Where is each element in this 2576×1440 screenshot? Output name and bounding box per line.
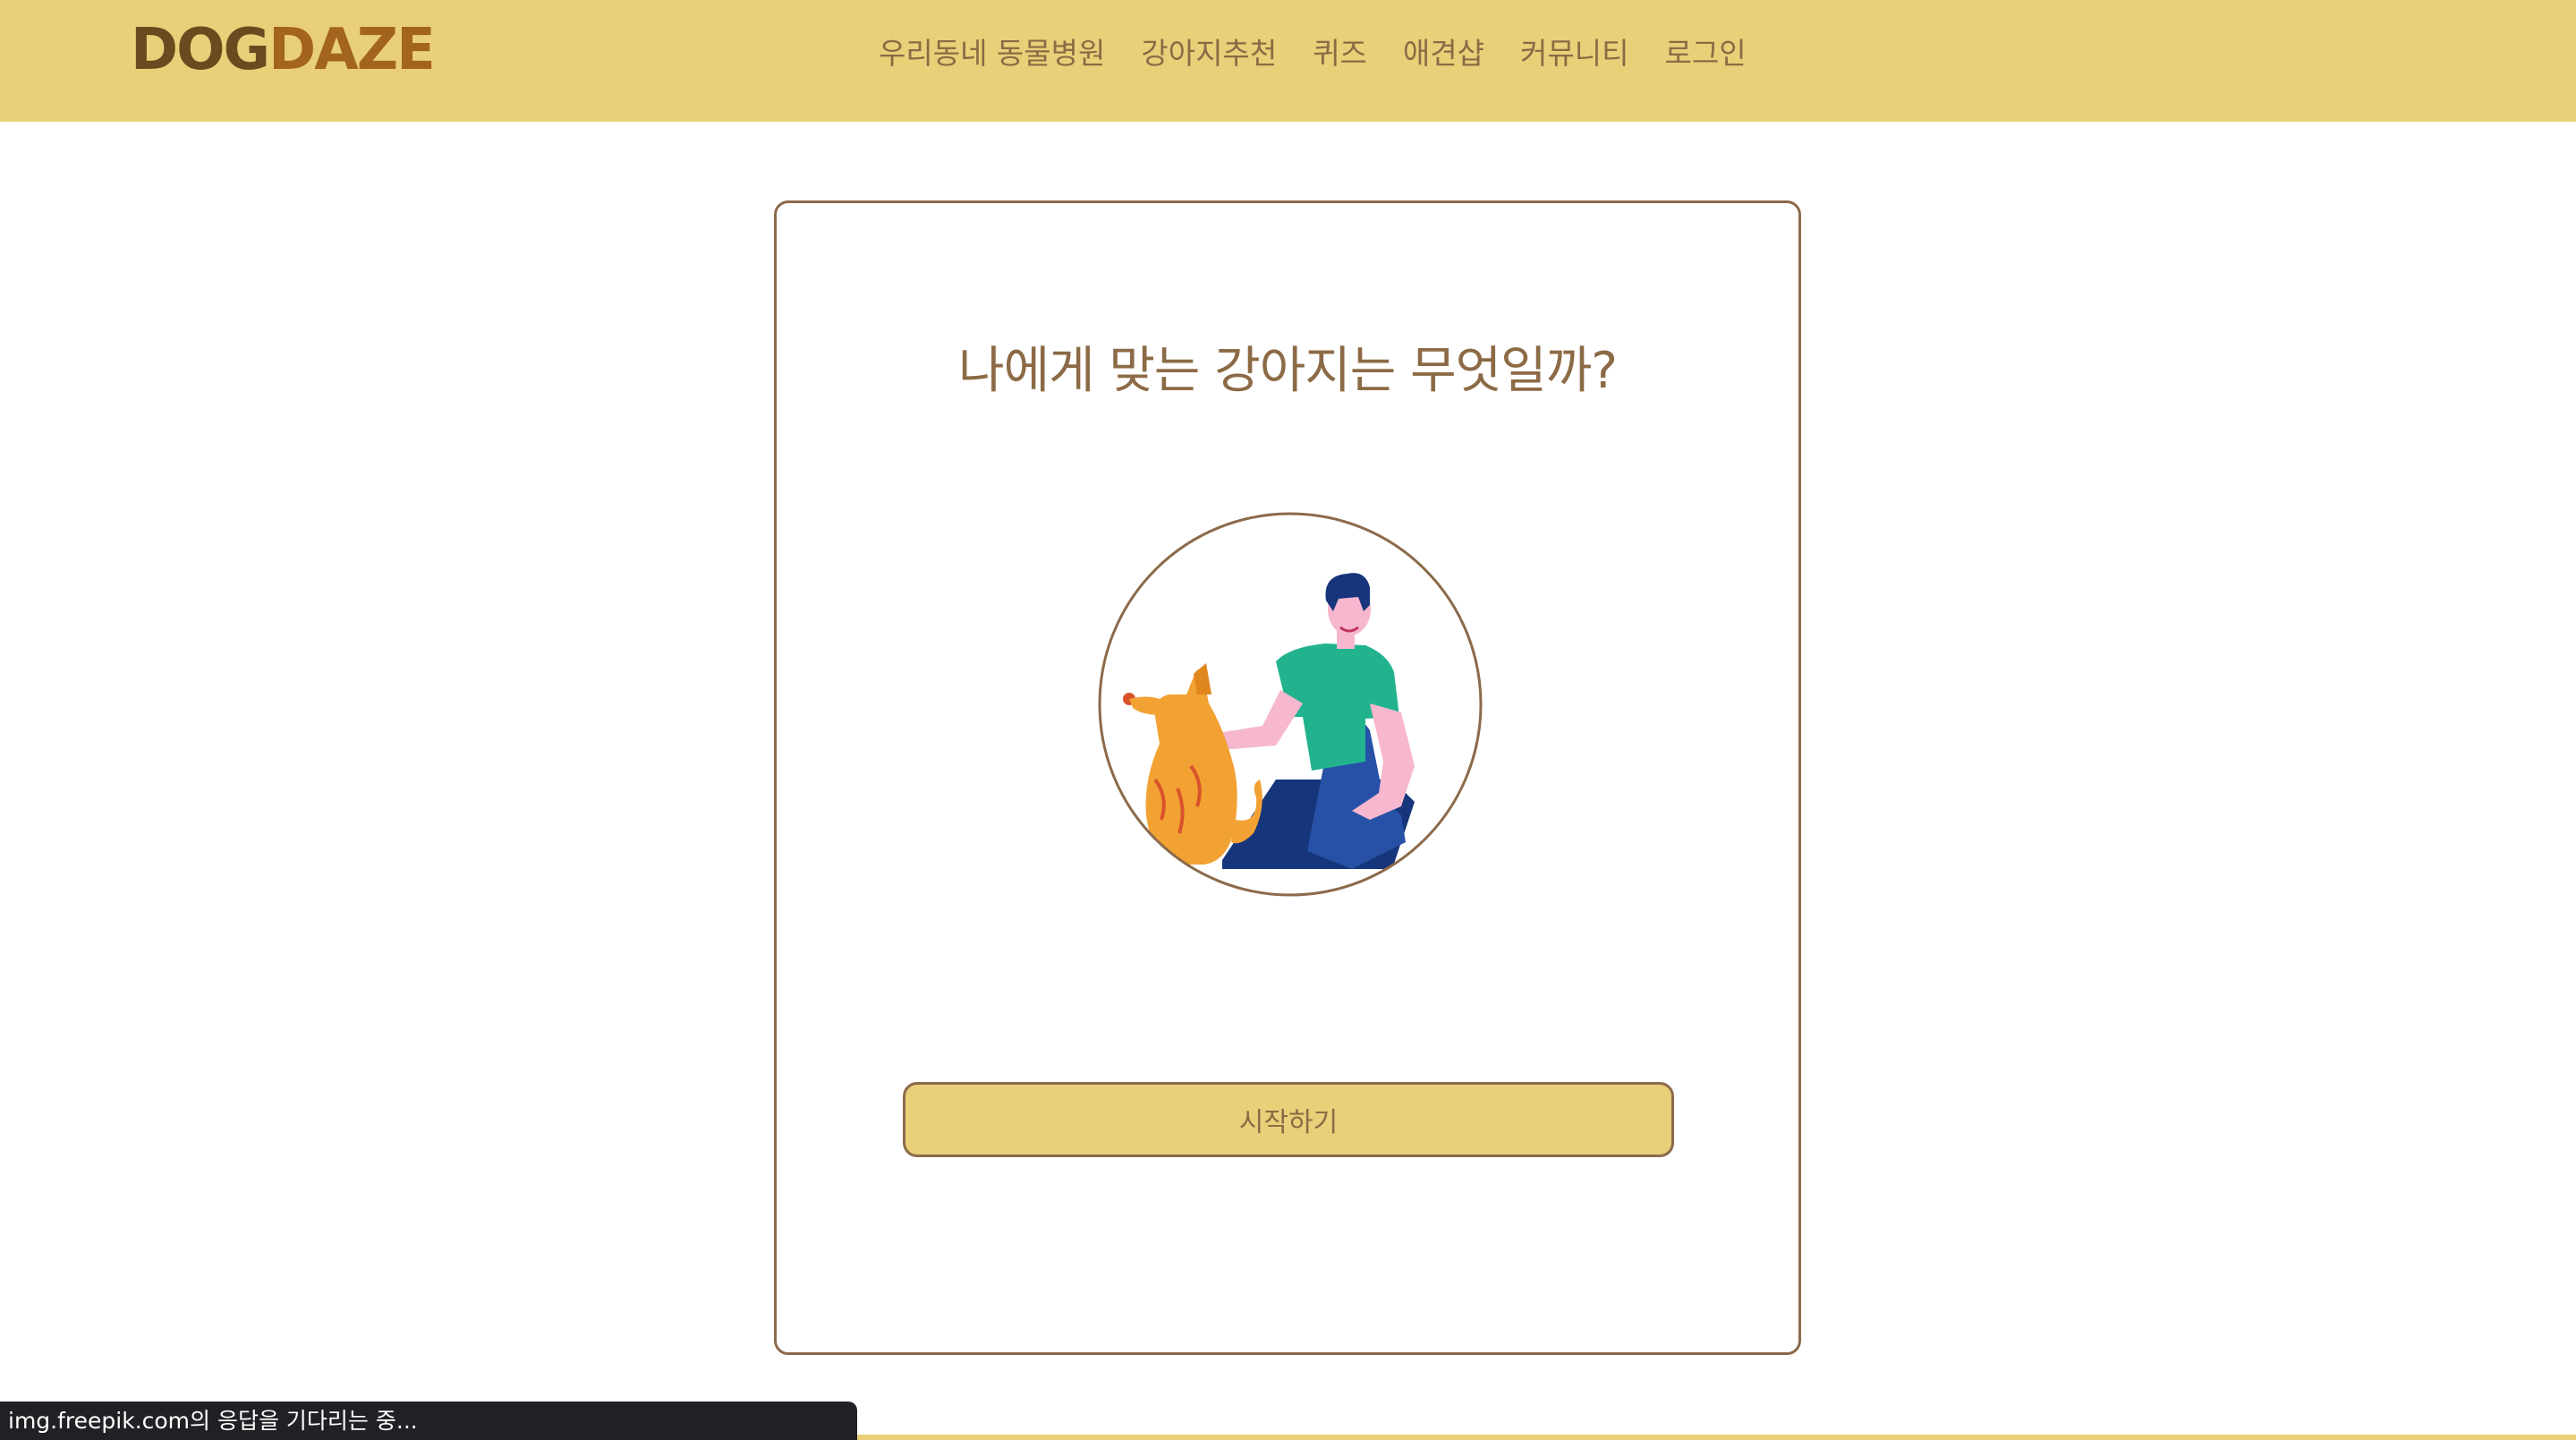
nav-item-login[interactable]: 로그인 [1664,30,1746,72]
nav-item-quiz[interactable]: 퀴즈 [1313,30,1367,72]
site-logo[interactable]: DOGDAZE [131,21,436,79]
site-header: DOGDAZE 우리동네 동물병원 강아지추천 퀴즈 애견샵 커뮤니티 로그인 [0,0,2576,122]
logo-daze-text: DAZE [268,17,436,83]
footer-divider [857,1435,2576,1440]
nav-item-pet-shop[interactable]: 애견샵 [1403,30,1484,72]
nav-item-hospital[interactable]: 우리동네 동물병원 [879,30,1105,72]
person-with-dog-illustration [1098,512,1483,897]
nav-item-dog-recommend[interactable]: 강아지추천 [1141,30,1277,72]
browser-status-bar: img.freepik.com의 응답을 기다리는 중... [0,1402,857,1440]
page-title: 나에게 맞는 강아지는 무엇일까? [958,342,1618,400]
start-button[interactable]: 시작하기 [903,1082,1674,1157]
logo-dog-text: DOG [131,17,270,83]
nav-item-community[interactable]: 커뮤니티 [1520,30,1628,72]
main-nav: 우리동네 동물병원 강아지추천 퀴즈 애견샵 커뮤니티 로그인 [879,29,1782,73]
quiz-intro-card: 나에게 맞는 강아지는 무엇일까? 시작하기 [774,200,1801,1355]
